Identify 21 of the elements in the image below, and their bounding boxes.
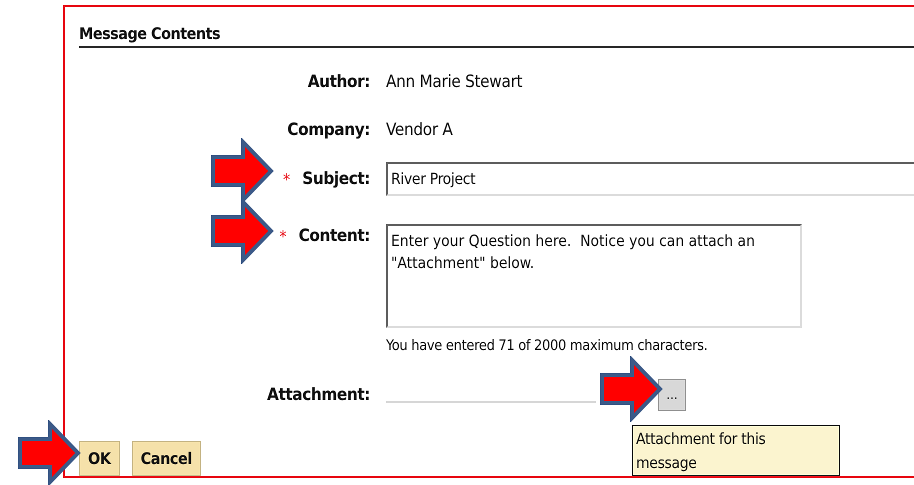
section-title: Message Contents (79, 24, 220, 45)
field-label: Company: (287, 120, 370, 140)
character-counter: You have entered 71 of 2000 maximum characters. (386, 338, 708, 354)
arrow-icon (599, 356, 663, 422)
field-value: Ann Marie Stewart (386, 72, 522, 92)
required-mark: * (279, 226, 287, 246)
browse-button[interactable]: ... (658, 379, 686, 411)
content-field[interactable]: Enter your Question here. Notice you can attach an "Attachment" below. (386, 224, 802, 328)
field-label: Content: (298, 226, 370, 246)
arrow-icon (210, 138, 274, 204)
tooltip: Attachment for this message (632, 425, 840, 476)
field-value: Vendor A (386, 120, 453, 140)
subject-field[interactable]: River Project (386, 162, 914, 196)
field-label: Author: (308, 72, 370, 92)
field-label: Subject: (302, 169, 370, 189)
cancel-button[interactable]: Cancel (132, 441, 201, 476)
arrow-icon (17, 420, 81, 485)
ok-button[interactable]: OK (79, 441, 120, 476)
required-mark: * (283, 170, 290, 188)
field-label: Attachment: (267, 385, 370, 405)
arrow-icon (210, 198, 274, 264)
